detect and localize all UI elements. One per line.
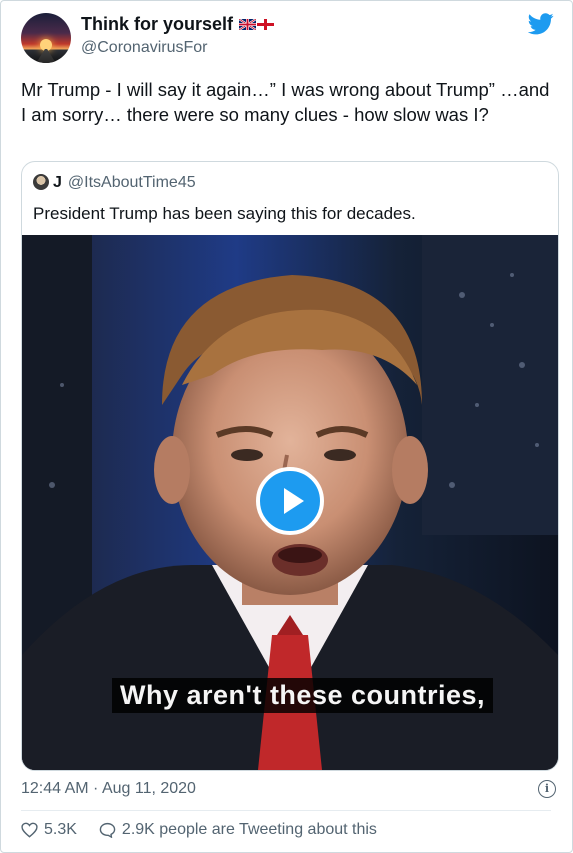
tweet-card[interactable]: Think for yourself @CoronavirusFor Mr Tr… <box>0 0 573 853</box>
union-jack-icon <box>239 18 257 30</box>
tweet-timestamp[interactable]: 12:44 AM · Aug 11, 2020 <box>21 780 196 798</box>
twitter-bird-icon[interactable] <box>528 13 554 35</box>
like-count[interactable]: 5.3K <box>44 821 77 839</box>
tweet-text: Mr Trump - I will say it again…” I was w… <box>21 79 550 125</box>
quoted-tweet-header[interactable]: J @ItsAboutTime45 <box>33 174 196 192</box>
quoted-author-handle[interactable]: @ItsAboutTime45 <box>68 174 196 191</box>
quoted-tweet[interactable]: J @ItsAboutTime45 President Trump has bee… <box>21 161 559 771</box>
like-button[interactable]: 5.3K <box>21 821 77 839</box>
author-handle[interactable]: @CoronavirusFor <box>81 39 208 57</box>
play-icon[interactable] <box>256 467 324 535</box>
england-flag-icon <box>257 18 275 30</box>
info-icon[interactable]: i <box>538 780 556 798</box>
video-subtitle: Why aren't these countries, <box>112 678 494 713</box>
speech-bubble-icon[interactable] <box>99 822 116 838</box>
video-player[interactable]: Why aren't these countries, <box>22 235 558 770</box>
quoted-author-avatar[interactable] <box>33 174 49 190</box>
tweet-stats: 5.3K 2.9K people are Tweeting about this <box>21 821 399 839</box>
conversation-button[interactable]: 2.9K people are Tweeting about this <box>99 821 377 839</box>
tweeting-count[interactable]: 2.9K people are Tweeting about this <box>122 821 377 839</box>
author-avatar[interactable] <box>21 13 71 63</box>
quoted-tweet-text: President Trump has been saying this for… <box>33 204 416 223</box>
avatar-road <box>35 49 57 63</box>
author-name[interactable]: Think for yourself <box>81 14 275 35</box>
quoted-author-name[interactable]: J <box>53 174 62 191</box>
author-name-text[interactable]: Think for yourself <box>81 14 233 34</box>
heart-icon[interactable] <box>21 822 38 838</box>
divider <box>21 810 551 811</box>
